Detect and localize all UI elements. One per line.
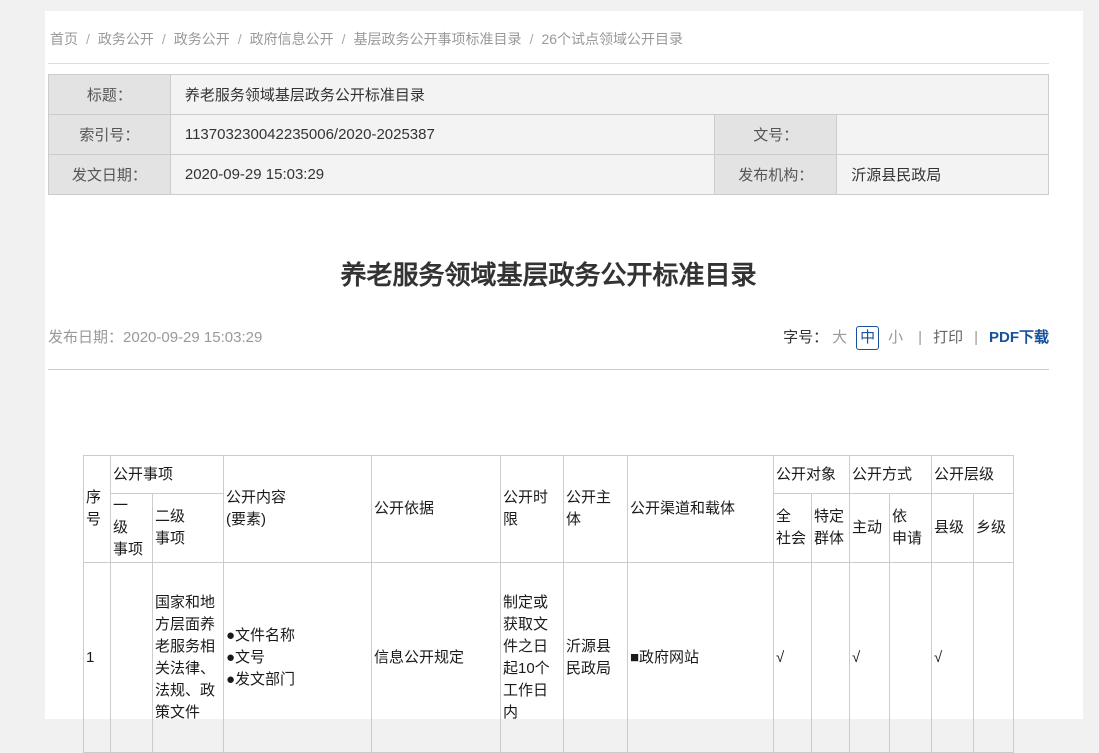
col-header-seq: 序号	[83, 456, 110, 563]
cell-content: ●文件名称 ●文号 ●发文部门	[223, 563, 371, 753]
col-header-time-limit: 公开时限	[500, 456, 563, 563]
col-header-target: 公开对象	[773, 456, 849, 494]
content-card: 首页 / 政务公开 / 政务公开 / 政府信息公开 / 基层政务公开事项标准目录 / 26个试点领域…	[45, 11, 1083, 719]
col-header-method: 公开方式	[850, 456, 932, 494]
col-header-level-county: 县级	[932, 494, 974, 563]
cell-seq: 1	[83, 563, 110, 753]
meta-label-index: 索引号：	[49, 115, 171, 155]
col-header-level1-line: 级	[113, 517, 150, 539]
meta-table: 标题： 养老服务领域基层政务公开标准目录 索引号： 11370323004223…	[48, 74, 1049, 195]
pdf-download-button[interactable]: PDF下载	[989, 327, 1049, 349]
meta-value-doc-number	[837, 115, 1049, 155]
col-header-subject: 公开主体	[563, 456, 627, 563]
col-header-content-line: 公开内容	[226, 487, 369, 509]
cell-level-town-check	[974, 563, 1014, 753]
col-header-method-active: 主动	[850, 494, 890, 563]
cell-level-county-check: √	[932, 563, 974, 753]
cell-content-item: ●文件名称	[226, 625, 369, 647]
col-header-level1: 一 级 事项	[110, 494, 152, 563]
cell-subject: 沂源县民政局	[563, 563, 627, 753]
breadcrumb-separator: /	[530, 31, 534, 47]
col-header-target-specific: 特定 群体	[811, 494, 849, 563]
publish-date: 发布日期：2020-09-29 15:03:29	[48, 327, 262, 349]
col-header-target-all-line: 全	[776, 506, 809, 528]
meta-value-issue-date: 2020-09-29 15:03:29	[170, 155, 715, 195]
col-header-level-town: 乡级	[974, 494, 1014, 563]
breadcrumb-separator: /	[238, 31, 242, 47]
cell-method-request-check	[890, 563, 932, 753]
cell-target-specific-check	[811, 563, 849, 753]
col-header-basis: 公开依据	[371, 456, 500, 563]
breadcrumb-item-zhengwu-2[interactable]: 政务公开	[174, 31, 230, 47]
cell-target-all-check: √	[773, 563, 811, 753]
toolbar-divider: |	[918, 327, 922, 349]
standards-table: 序号 公开事项 公开内容 (要素) 公开依据 公开时限 公开主体 公开渠道和载体…	[83, 455, 1014, 753]
breadcrumb-separator: /	[86, 31, 90, 47]
cell-channel: ■政府网站	[627, 563, 773, 753]
col-header-level: 公开层级	[932, 456, 1014, 494]
col-header-channel: 公开渠道和载体	[627, 456, 773, 563]
font-size-small-button[interactable]: 小	[888, 327, 903, 349]
breadcrumb-item-standard-catalog[interactable]: 基层政务公开事项标准目录	[354, 31, 522, 47]
cell-method-active-check: √	[850, 563, 890, 753]
table-row: 1 国家和地方层面养老服务相关法律、法规、政策文件 ●文件名称 ●文号 ●发文部…	[83, 563, 1013, 753]
cell-level1	[110, 563, 152, 753]
col-header-matters: 公开事项	[110, 456, 223, 494]
meta-label-issue-date: 发文日期：	[49, 155, 171, 195]
meta-value-title: 养老服务领域基层政务公开标准目录	[170, 75, 1048, 115]
publish-date-value: 2020-09-29 15:03:29	[123, 329, 262, 346]
col-header-method-request: 依 申请	[890, 494, 932, 563]
col-header-target-all-line: 社会	[776, 528, 809, 550]
col-header-level2-line: 事项	[155, 528, 221, 550]
col-header-target-specific-line: 群体	[814, 528, 847, 550]
page-title: 养老服务领域基层政务公开标准目录	[48, 259, 1049, 292]
col-header-content-line: (要素)	[226, 509, 369, 531]
cell-basis: 信息公开规定	[371, 563, 500, 753]
breadcrumb-item-zhengwu-1[interactable]: 政务公开	[98, 31, 154, 47]
cell-content-item: ●发文部门	[226, 669, 369, 691]
font-size-label: 字号：	[783, 327, 828, 349]
breadcrumb-item-gov-info[interactable]: 政府信息公开	[250, 31, 334, 47]
col-header-method-request-line: 申请	[892, 528, 929, 550]
font-size-large-button[interactable]: 大	[832, 327, 847, 349]
cell-content-item: ●文号	[226, 647, 369, 669]
breadcrumb-item-home[interactable]: 首页	[50, 31, 78, 47]
publish-date-label: 发布日期：	[48, 329, 123, 346]
col-header-method-request-line: 依	[892, 506, 929, 528]
font-size-medium-button[interactable]: 中	[856, 326, 879, 350]
meta-value-index: 113703230042235006/2020-2025387	[170, 115, 715, 155]
meta-value-agency: 沂源县民政局	[837, 155, 1049, 195]
meta-label-title: 标题：	[49, 75, 171, 115]
col-header-level1-line: 事项	[113, 539, 150, 561]
col-header-level1-line: 一	[113, 495, 150, 517]
breadcrumb-separator: /	[342, 31, 346, 47]
toolbar-divider: |	[974, 327, 978, 349]
col-header-target-specific-line: 特定	[814, 506, 847, 528]
col-header-content: 公开内容 (要素)	[223, 456, 371, 563]
breadcrumb: 首页 / 政务公开 / 政务公开 / 政府信息公开 / 基层政务公开事项标准目录 / 26个试点领域…	[48, 11, 1049, 64]
col-header-level2-line: 二级	[155, 506, 221, 528]
meta-label-agency: 发布机构：	[715, 155, 837, 195]
print-button[interactable]: 打印	[933, 327, 963, 349]
meta-label-doc-number: 文号：	[715, 115, 837, 155]
cell-time-limit: 制定或获取文件之日起10个工作日内	[500, 563, 563, 753]
article-toolbar: 发布日期：2020-09-29 15:03:29 字号： 大 中 小 | 打印 …	[48, 326, 1049, 370]
cell-level2: 国家和地方层面养老服务相关法律、法规、政策文件	[152, 563, 223, 753]
col-header-level2: 二级 事项	[152, 494, 223, 563]
breadcrumb-item-current: 26个试点领域公开目录	[541, 31, 683, 47]
breadcrumb-separator: /	[162, 31, 166, 47]
col-header-target-all: 全 社会	[773, 494, 811, 563]
